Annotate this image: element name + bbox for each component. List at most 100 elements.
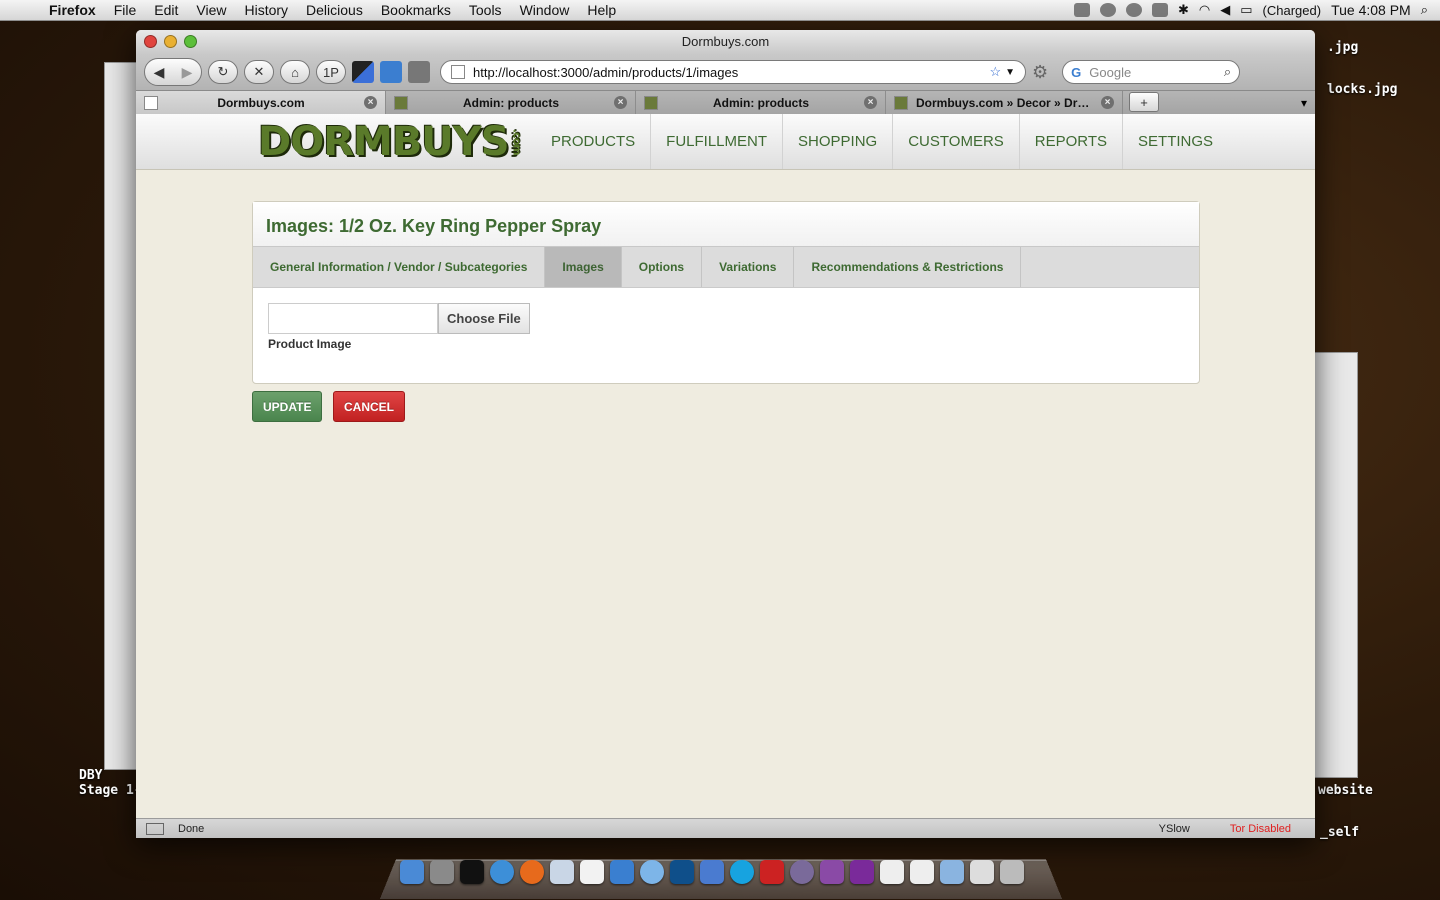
- tor-status[interactable]: Tor Disabled: [1230, 823, 1291, 835]
- tab-variations[interactable]: Variations: [702, 247, 795, 287]
- close-tab-icon[interactable]: ×: [364, 96, 377, 109]
- desktop-file-dby[interactable]: DBY: [79, 768, 102, 783]
- firefox-icon[interactable]: [520, 860, 544, 884]
- reload-button[interactable]: ↻: [208, 60, 238, 84]
- menu-file[interactable]: File: [105, 0, 146, 21]
- vmware-icon[interactable]: [760, 860, 784, 884]
- system-prefs-icon[interactable]: [430, 860, 454, 884]
- mail-icon[interactable]: [970, 860, 994, 884]
- desktop-file-locks[interactable]: locks.jpg: [1327, 82, 1397, 97]
- forward-icon[interactable]: ▶: [173, 59, 201, 85]
- back-icon[interactable]: ◀: [145, 59, 173, 85]
- volume-icon[interactable]: ◀: [1220, 2, 1230, 18]
- page-icon: [144, 95, 158, 110]
- tab-dormbuys-decor[interactable]: Dormbuys.com » Decor » Dry E... ×: [886, 91, 1123, 114]
- delicious-icon[interactable]: [352, 61, 374, 83]
- home-button[interactable]: ⌂: [280, 60, 310, 84]
- file-name-field[interactable]: [268, 303, 438, 334]
- menu-tools[interactable]: Tools: [460, 0, 511, 21]
- tab-admin-products-2[interactable]: Admin: products ×: [636, 91, 886, 114]
- search-icon[interactable]: ⌕: [1224, 64, 1231, 80]
- safari-icon[interactable]: [490, 860, 514, 884]
- sync-icon[interactable]: [1126, 3, 1142, 17]
- minimize-window-icon[interactable]: [164, 35, 177, 48]
- xcode-icon[interactable]: [700, 860, 724, 884]
- keyboard-icon[interactable]: [1152, 3, 1168, 17]
- desktop-file-website[interactable]: website: [1318, 783, 1373, 798]
- trash-icon[interactable]: [1000, 860, 1024, 884]
- nav-customers[interactable]: CUSTOMERS: [893, 114, 1020, 169]
- dormbuys-logo[interactable]: DORMBUYS .com: [258, 114, 536, 169]
- stop-button[interactable]: ✕: [244, 60, 274, 84]
- menu-bookmarks[interactable]: Bookmarks: [372, 0, 460, 21]
- spotlight-icon[interactable]: ⌕: [1421, 2, 1428, 18]
- google-icon[interactable]: G: [1071, 65, 1081, 80]
- menu-help[interactable]: Help: [578, 0, 625, 21]
- bookmark-icon[interactable]: [380, 61, 402, 83]
- finder-icon[interactable]: [400, 860, 424, 884]
- itunes-icon[interactable]: [640, 860, 664, 884]
- product-image-file-input[interactable]: Choose File: [268, 303, 530, 334]
- tab-dormbuys[interactable]: Dormbuys.com ×: [136, 91, 386, 114]
- close-tab-icon[interactable]: ×: [1101, 96, 1114, 109]
- tab-admin-products[interactable]: Admin: products ×: [386, 91, 636, 114]
- close-tab-icon[interactable]: ×: [864, 96, 877, 109]
- menu-delicious[interactable]: Delicious: [297, 0, 372, 21]
- zoom-window-icon[interactable]: [184, 35, 197, 48]
- close-tab-icon[interactable]: ×: [614, 96, 627, 109]
- nav-products[interactable]: PRODUCTS: [536, 114, 652, 169]
- tab-images[interactable]: Images: [545, 247, 622, 287]
- photoshop-icon[interactable]: [670, 860, 694, 884]
- new-tab-button[interactable]: +: [1129, 92, 1159, 112]
- bluetooth-icon[interactable]: ✱: [1178, 2, 1189, 18]
- menu-edit[interactable]: Edit: [145, 0, 187, 21]
- menu-firefox[interactable]: Firefox: [40, 0, 105, 21]
- update-button[interactable]: UPDATE: [252, 391, 323, 422]
- document-icon[interactable]: [850, 860, 874, 884]
- dropdown-icon[interactable]: ▼: [1005, 67, 1015, 78]
- document-icon[interactable]: [910, 860, 934, 884]
- nav-shopping[interactable]: SHOPPING: [783, 114, 894, 169]
- nav-settings[interactable]: SETTINGS: [1123, 114, 1228, 169]
- ical-icon[interactable]: [580, 860, 604, 884]
- background-window-right[interactable]: [1310, 352, 1358, 778]
- menu-view[interactable]: View: [187, 0, 235, 21]
- app-icon[interactable]: [820, 860, 844, 884]
- quicksilver-icon[interactable]: [1100, 3, 1116, 17]
- search-bar[interactable]: G Google ⌕: [1062, 60, 1241, 84]
- menu-history[interactable]: History: [235, 0, 297, 21]
- search-input[interactable]: Google: [1089, 65, 1224, 80]
- yslow-label[interactable]: YSlow: [1159, 823, 1190, 835]
- choose-file-button[interactable]: Choose File: [438, 303, 530, 334]
- tab-options[interactable]: Options: [622, 247, 703, 287]
- bookmark-star-icon[interactable]: ☆: [989, 64, 1001, 80]
- document-icon[interactable]: [880, 860, 904, 884]
- tab-list-icon[interactable]: ▾: [1293, 91, 1315, 114]
- folder-icon[interactable]: [940, 860, 964, 884]
- cancel-button[interactable]: CANCEL: [333, 391, 405, 422]
- desktop-file-jpg[interactable]: .jpg: [1327, 40, 1358, 55]
- skype-icon[interactable]: [730, 860, 754, 884]
- close-window-icon[interactable]: [144, 35, 157, 48]
- menubar-clock[interactable]: Tue 4:08 PM: [1331, 2, 1411, 18]
- desktop-file-stage[interactable]: Stage 1-: [79, 783, 142, 798]
- nav-fulfillment[interactable]: FULFILLMENT: [651, 114, 784, 169]
- terminal-icon[interactable]: [460, 860, 484, 884]
- url-text[interactable]: http://localhost:3000/admin/products/1/i…: [473, 65, 989, 80]
- onepassword-button[interactable]: 1P: [316, 60, 346, 84]
- desktop-file-self[interactable]: _self: [1320, 825, 1359, 840]
- gear-icon[interactable]: ⚙: [1032, 62, 1048, 83]
- nav-reports[interactable]: REPORTS: [1020, 114, 1124, 169]
- menu-window[interactable]: Window: [511, 0, 579, 21]
- tab-recommendations[interactable]: Recommendations & Restrictions: [794, 247, 1022, 287]
- tab-general-info[interactable]: General Information / Vendor / Subcatego…: [253, 247, 546, 287]
- tor-icon[interactable]: [790, 860, 814, 884]
- wifi-icon[interactable]: ◠: [1199, 2, 1210, 18]
- battery-status[interactable]: (Charged): [1263, 3, 1322, 18]
- tag-icon[interactable]: [408, 61, 430, 83]
- tray-icon[interactable]: [1074, 3, 1090, 17]
- adium-icon[interactable]: [610, 860, 634, 884]
- battery-icon[interactable]: ▭: [1240, 2, 1252, 18]
- url-bar[interactable]: http://localhost:3000/admin/products/1/i…: [440, 60, 1026, 84]
- preview-icon[interactable]: [550, 860, 574, 884]
